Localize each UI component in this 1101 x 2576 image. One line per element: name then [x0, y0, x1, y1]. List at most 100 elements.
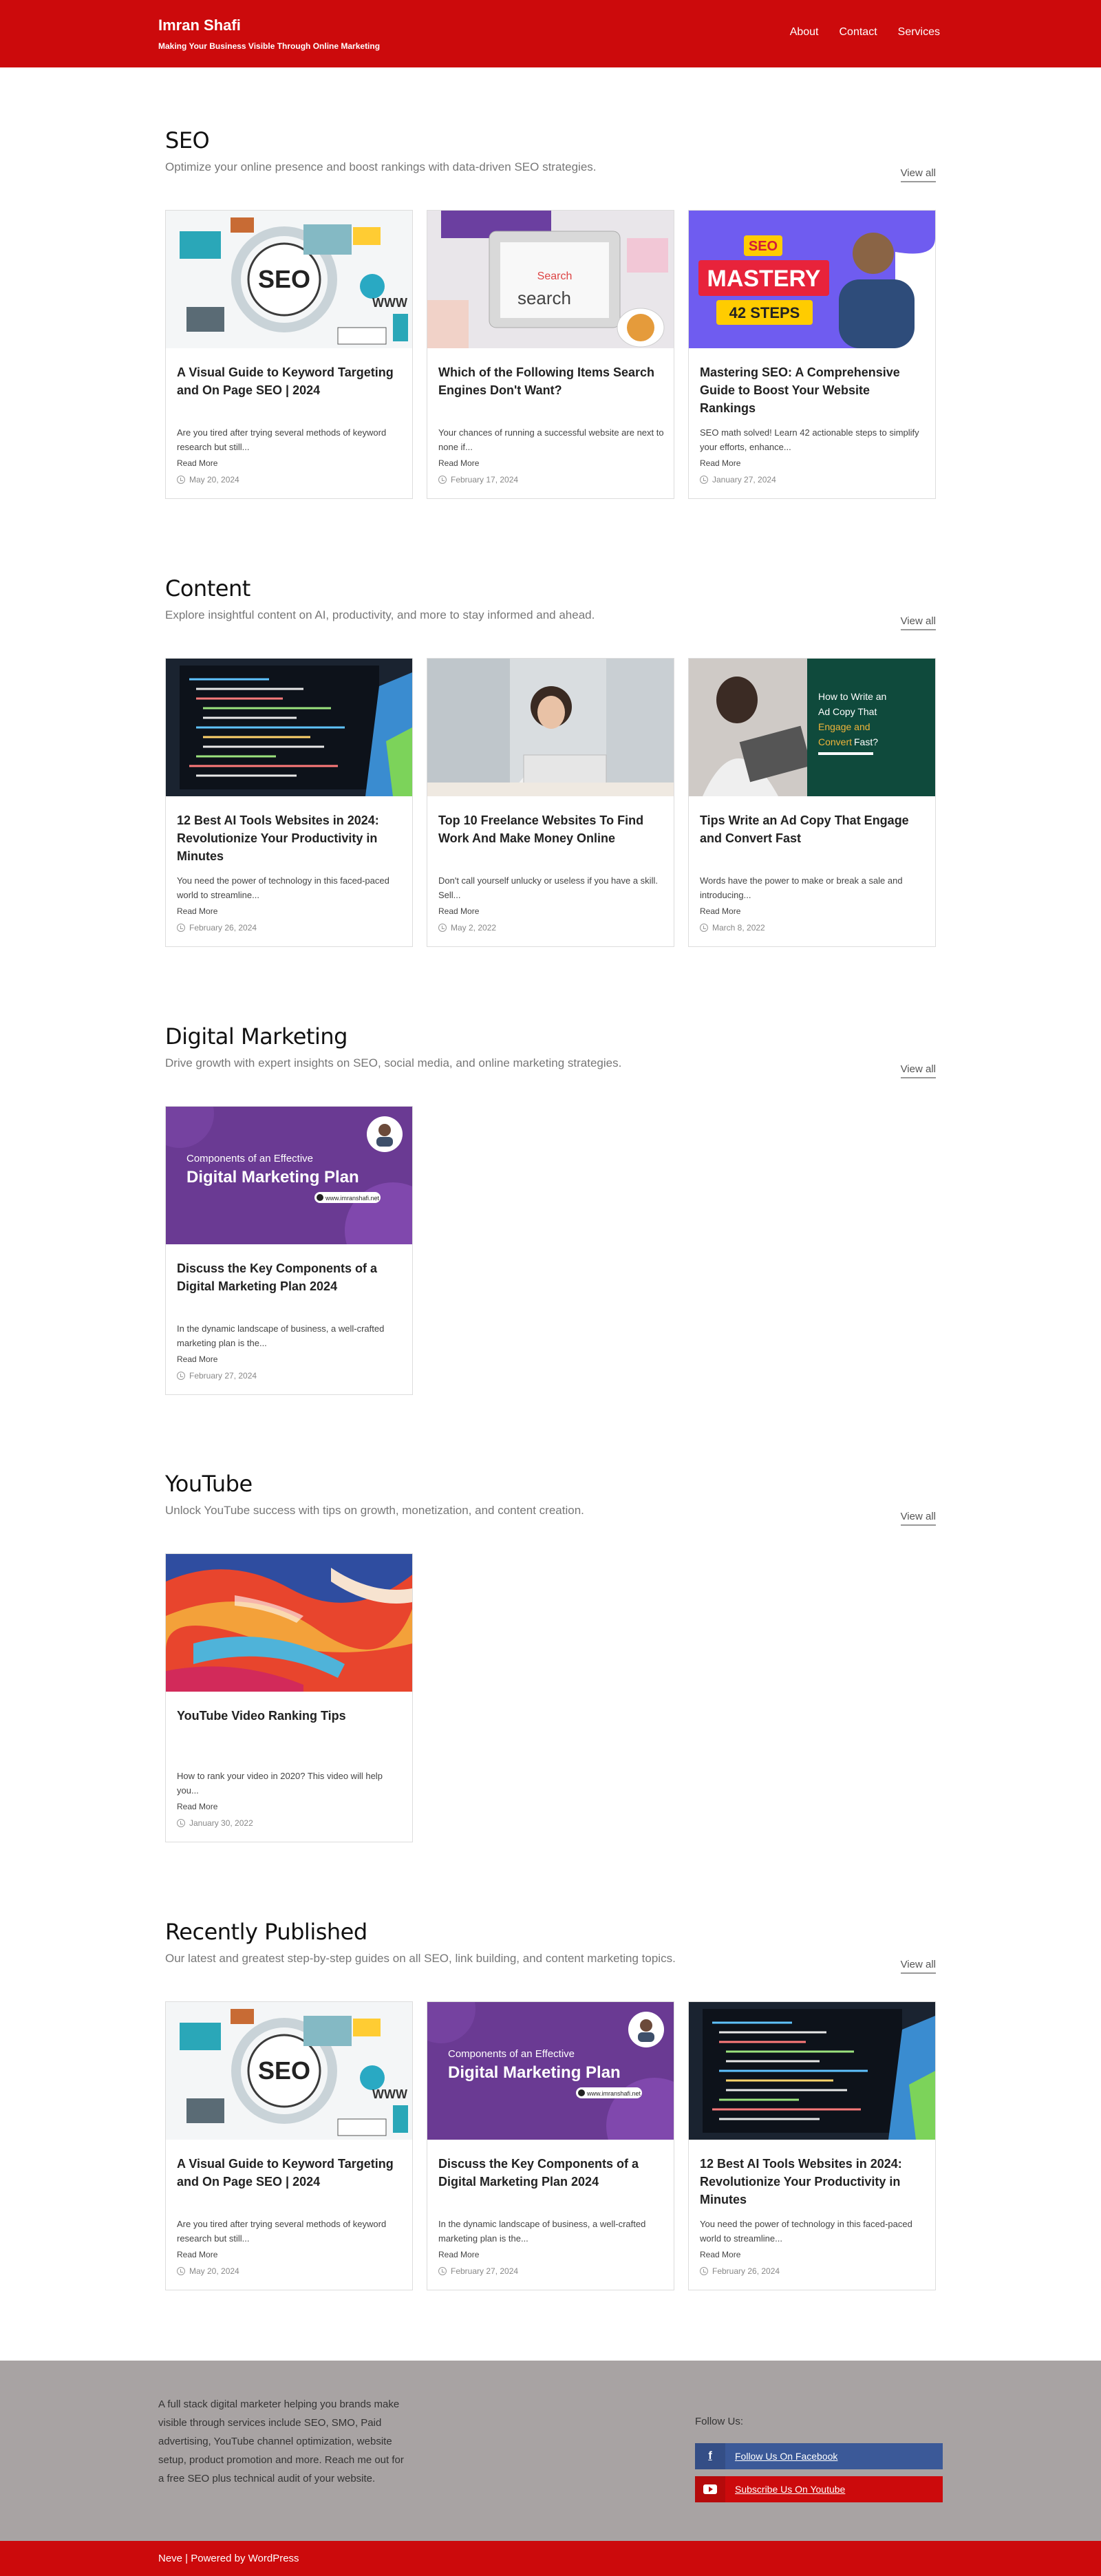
post-excerpt: Your chances of running a successful web… [438, 427, 664, 452]
post-thumbnail[interactable] [427, 659, 674, 796]
view-all-link[interactable]: View all [900, 1959, 936, 1974]
read-more-link[interactable]: Read More [700, 458, 740, 468]
section-description: Our latest and greatest step-by-step gui… [165, 1952, 676, 1965]
post-excerpt: Are you tired after trying several metho… [177, 427, 387, 452]
ad-line-4b: Fast? [854, 736, 878, 747]
site-header: Imran Shafi Making Your Business Visible… [0, 0, 1101, 67]
post-date-text: January 30, 2022 [189, 1818, 253, 1828]
read-more-link[interactable]: Read More [177, 458, 217, 468]
view-all-link[interactable]: View all [900, 615, 936, 630]
post-card[interactable]: SEO WWW A Visual Guide to Keyword Target… [165, 2001, 413, 2290]
nav-services[interactable]: Services [898, 26, 940, 39]
main-nav: About Contact Services [790, 26, 940, 39]
post-title[interactable]: Mastering SEO: A Comprehensive Guide to … [700, 363, 920, 417]
post-date-text: May 20, 2024 [189, 475, 239, 485]
view-all-link[interactable]: View all [900, 1063, 936, 1078]
read-more-link[interactable]: Read More [438, 2250, 479, 2259]
footer-credits[interactable]: Neve | Powered by WordPress [158, 2553, 299, 2564]
search-small-text: Search [537, 270, 573, 282]
post-date: February 17, 2024 [438, 475, 518, 485]
clock-icon [700, 476, 708, 484]
post-excerpt: Don't call yourself unlucky or useless i… [438, 875, 658, 900]
section-content: Content Explore insightful content on AI… [165, 575, 936, 947]
post-title[interactable]: Discuss the Key Components of a Digital … [438, 2155, 659, 2191]
post-card[interactable]: Search search Which of the Following Ite… [427, 210, 674, 499]
clock-icon [177, 2267, 185, 2275]
facebook-icon: f [695, 2443, 725, 2469]
post-thumbnail[interactable] [689, 2002, 935, 2140]
post-title[interactable]: YouTube Video Ranking Tips [177, 1707, 397, 1725]
post-title[interactable]: Which of the Following Items Search Engi… [438, 363, 659, 399]
clock-icon [177, 924, 185, 932]
post-date: March 8, 2022 [700, 923, 765, 933]
read-more-link[interactable]: Read More [177, 906, 217, 916]
read-more-link[interactable]: Read More [177, 1354, 217, 1364]
view-all-link[interactable]: View all [900, 167, 936, 182]
post-thumbnail[interactable]: Search search [427, 211, 674, 348]
section-seo: SEO Optimize your online presence and bo… [165, 127, 936, 499]
youtube-button[interactable]: Subscribe Us On Youtube [695, 2476, 943, 2502]
ad-line-2: Ad Copy That [818, 706, 877, 717]
facebook-button[interactable]: f Follow Us On Facebook [695, 2443, 943, 2469]
site-tagline: Making Your Business Visible Through Onl… [158, 41, 381, 51]
post-title[interactable]: A Visual Guide to Keyword Targeting and … [177, 363, 397, 399]
post-card[interactable]: Components of an Effective Digital Marke… [427, 2001, 674, 2290]
post-title[interactable]: Discuss the Key Components of a Digital … [177, 1259, 397, 1295]
dm-url: www.imranshafi.net [586, 2090, 641, 2097]
read-more-link[interactable]: Read More [700, 906, 740, 916]
clock-icon [438, 2267, 447, 2275]
clock-icon [177, 476, 185, 484]
post-thumbnail[interactable]: SEO MASTERY 42 STEPS [689, 211, 935, 348]
ad-line-1: How to Write an [818, 691, 886, 702]
follow-label: Follow Us: [695, 2416, 744, 2427]
nav-contact[interactable]: Contact [840, 26, 877, 39]
post-card[interactable]: How to Write an Ad Copy That Engage and … [688, 658, 936, 947]
post-card[interactable]: 12 Best AI Tools Websites in 2024: Revol… [165, 658, 413, 947]
section-description: Drive growth with expert insights on SEO… [165, 1056, 622, 1069]
post-card[interactable]: Components of an Effective Digital Marke… [165, 1106, 413, 1395]
post-title[interactable]: A Visual Guide to Keyword Targeting and … [177, 2155, 397, 2191]
post-title[interactable]: 12 Best AI Tools Websites in 2024: Revol… [700, 2155, 920, 2208]
read-more-link[interactable]: Read More [438, 458, 479, 468]
post-date: May 20, 2024 [177, 2266, 239, 2276]
post-date-text: February 26, 2024 [189, 923, 257, 933]
post-title[interactable]: Top 10 Freelance Websites To Find Work A… [438, 811, 659, 847]
post-thumbnail[interactable]: SEO WWW [166, 2002, 412, 2140]
post-date-text: May 20, 2024 [189, 2266, 239, 2276]
nav-about[interactable]: About [790, 26, 819, 39]
post-card[interactable]: SEO WWW A Visual Guide to Keyword Target… [165, 210, 413, 499]
post-date-text: January 27, 2024 [712, 475, 776, 485]
mastery-tag-text: SEO [749, 239, 778, 254]
read-more-link[interactable]: Read More [177, 2250, 217, 2259]
site-title[interactable]: Imran Shafi [158, 17, 380, 34]
post-title[interactable]: Tips Write an Ad Copy That Engage and Co… [700, 811, 920, 847]
seo-graphic-text: SEO [258, 265, 310, 293]
read-more-link[interactable]: Read More [177, 1802, 217, 1811]
read-more-link[interactable]: Read More [438, 906, 479, 916]
post-thumbnail[interactable] [166, 659, 412, 796]
clock-icon [700, 2267, 708, 2275]
post-date-text: March 8, 2022 [712, 923, 765, 933]
section-title: Digital Marketing [165, 1023, 348, 1050]
post-thumbnail[interactable] [166, 1554, 412, 1692]
post-excerpt: How to rank your video in 2020? This vid… [177, 1771, 383, 1796]
post-title[interactable]: 12 Best AI Tools Websites in 2024: Revol… [177, 811, 397, 865]
post-card[interactable]: Top 10 Freelance Websites To Find Work A… [427, 658, 674, 947]
site-brand[interactable]: Imran Shafi Making Your Business Visible… [158, 17, 380, 51]
post-thumbnail[interactable]: Components of an Effective Digital Marke… [427, 2002, 674, 2140]
post-card[interactable]: SEO MASTERY 42 STEPS Mastering SEO: A Co… [688, 210, 936, 499]
post-thumbnail[interactable]: How to Write an Ad Copy That Engage and … [689, 659, 935, 796]
read-more-link[interactable]: Read More [700, 2250, 740, 2259]
post-thumbnail[interactable]: SEO WWW [166, 211, 412, 348]
post-date: February 26, 2024 [700, 2266, 780, 2276]
dm-main: Digital Marketing Plan [448, 2063, 621, 2082]
post-date-text: February 26, 2024 [712, 2266, 780, 2276]
post-card[interactable]: YouTube Video Ranking Tips How to rank y… [165, 1553, 413, 1842]
post-thumbnail[interactable]: Components of an Effective Digital Marke… [166, 1107, 412, 1244]
post-card[interactable]: 12 Best AI Tools Websites in 2024: Revol… [688, 2001, 936, 2290]
mastery-steps-text: 42 STEPS [729, 304, 800, 321]
post-excerpt: You need the power of technology in this… [177, 875, 389, 900]
footer-about: A full stack digital marketer helping yo… [158, 2398, 404, 2484]
view-all-link[interactable]: View all [900, 1511, 936, 1526]
dm-url: www.imranshafi.net [325, 1195, 380, 1202]
